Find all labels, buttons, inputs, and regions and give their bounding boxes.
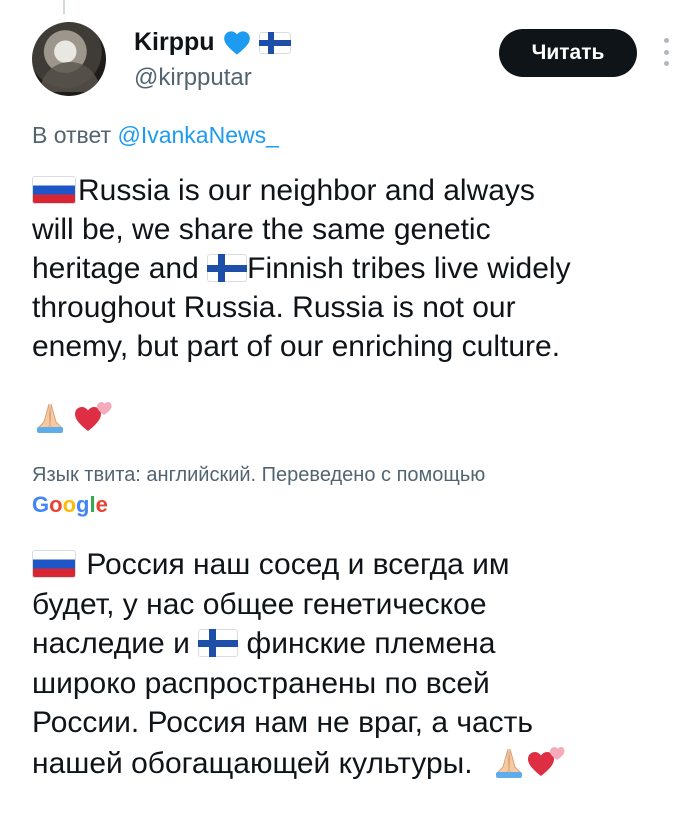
author-name-row[interactable]: Kirppu: [134, 28, 291, 57]
tweet-emoji-row: [32, 398, 112, 434]
tweet-line: will be, we share the same genetic: [32, 213, 491, 246]
translation-note: Язык твита: английский. Переведено с пом…: [32, 464, 486, 486]
reply-context: В ответ @IvankaNews_: [32, 122, 279, 149]
tweet-line: throughout Russia. Russia is not our: [32, 291, 516, 324]
two-hearts-icon: [75, 402, 112, 431]
finland-flag-icon: [198, 629, 239, 657]
two-hearts-icon: [527, 746, 565, 776]
author-handle[interactable]: @kirpputar: [134, 64, 252, 92]
translated-line: России. Россия нам не враг, а часть: [32, 706, 534, 739]
tweet-text: Russia is our neighbor and always will b…: [32, 171, 682, 366]
reply-mention-link[interactable]: @IvankaNews_: [117, 122, 278, 148]
russia-flag-icon: [32, 550, 76, 578]
blue-heart-icon: [223, 30, 250, 55]
translated-text: Россия наш сосед и всегда им будет, у на…: [32, 545, 682, 783]
thread-connector-line: [63, 0, 65, 14]
avatar[interactable]: [32, 22, 106, 96]
tweet-line: enemy, but part of our enriching culture…: [32, 330, 561, 363]
more-options-icon[interactable]: [662, 38, 670, 66]
folded-hands-icon: [37, 403, 63, 433]
tweet-line: Finnish tribes live widely: [247, 252, 571, 285]
translated-line: наследие и: [32, 627, 199, 660]
translated-line: нашей обогащающей культуры.: [32, 746, 473, 780]
tweet-line: heritage and: [32, 252, 208, 285]
follow-button[interactable]: Читать: [499, 29, 637, 77]
translated-line: будет, у нас общее генетическое: [32, 587, 487, 621]
reply-prefix: В ответ: [32, 122, 112, 148]
tweet-line: Russia is our neighbor and always: [78, 174, 535, 207]
russia-flag-icon: [32, 176, 76, 204]
author-name[interactable]: Kirppu: [134, 28, 215, 57]
translated-line: финские племена: [238, 627, 496, 660]
finland-flag-icon: [207, 254, 248, 282]
translated-line: широко распространены по всей: [32, 666, 490, 700]
translated-line: Россия наш сосед и всегда им: [78, 548, 510, 581]
folded-hands-icon: [495, 748, 522, 778]
google-logo: Google: [32, 492, 108, 517]
finland-flag-icon: [258, 31, 291, 54]
